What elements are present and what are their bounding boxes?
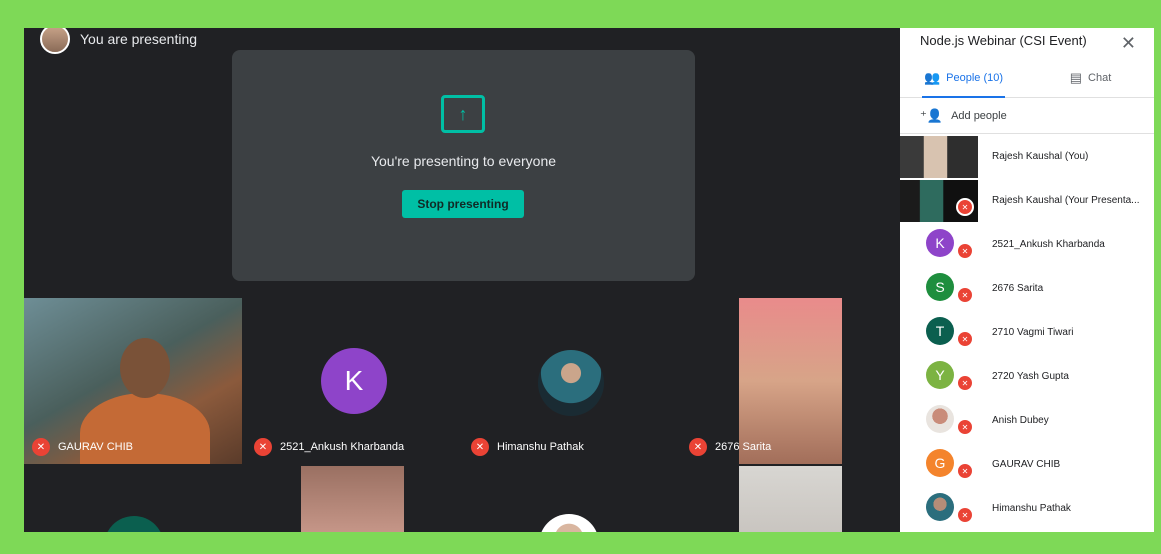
person-avatar: S: [926, 273, 954, 301]
person-name: Rajesh Kaushal (You): [992, 150, 1089, 162]
panel-tabs: 👥 People (10) ▤ Chat: [900, 58, 1154, 98]
list-item[interactable]: ✕ Anish Dubey: [900, 398, 1154, 442]
mic-off-icon: ✕: [956, 506, 974, 524]
person-thumbnail: K ✕: [900, 222, 980, 266]
mic-off-icon: ✕: [956, 286, 974, 304]
add-people-button[interactable]: ⁺👤 Add people: [900, 98, 1154, 134]
people-list: Rajesh Kaushal (You) ✕ Rajesh Kaushal (Y…: [900, 134, 1154, 530]
present-screen-icon: ↑: [441, 95, 485, 133]
panel-title: Node.js Webinar (CSI Event): [920, 32, 1087, 48]
person-name: 2720 Yash Gupta: [992, 370, 1069, 382]
tab-chat[interactable]: ▤ Chat: [1027, 58, 1154, 97]
participant-tile[interactable]: ✕ GAURAV CHIB: [24, 298, 242, 464]
tile-name: 2521_Ankush Kharbanda: [280, 441, 405, 453]
mic-off-icon: ✕: [956, 374, 974, 392]
list-item[interactable]: ✕ Himanshu Pathak: [900, 486, 1154, 530]
tab-people-label: People (10): [946, 71, 1004, 84]
presenting-label: You are presenting: [80, 31, 198, 47]
person-thumbnail: ✕: [900, 178, 980, 222]
mic-off-icon: ✕: [32, 438, 50, 456]
list-item[interactable]: Y ✕ 2720 Yash Gupta: [900, 354, 1154, 398]
person-thumbnail: T ✕: [900, 310, 980, 354]
list-item[interactable]: S ✕ 2676 Sarita: [900, 266, 1154, 310]
mic-off-icon: ✕: [956, 330, 974, 348]
mic-off-icon: ✕: [956, 242, 974, 260]
person-name: 2676 Sarita: [992, 282, 1044, 294]
mic-off-icon: ✕: [956, 462, 974, 480]
participant-avatar: [104, 516, 164, 532]
mic-off-icon: ✕: [254, 438, 272, 456]
participant-tile-partial[interactable]: [539, 466, 599, 532]
tile-name: 2676 Sarita: [715, 441, 772, 453]
person-thumbnail: [900, 134, 980, 178]
tab-chat-label: Chat: [1088, 71, 1112, 84]
tile-name-tag: ✕ Himanshu Pathak: [471, 438, 584, 456]
close-icon[interactable]: ✕: [1121, 33, 1136, 54]
participant-avatar: K: [321, 348, 387, 414]
person-avatar: K: [926, 229, 954, 257]
tile-name-tag: ✕ 2521_Ankush Kharbanda: [254, 438, 404, 456]
tab-people[interactable]: 👥 People (10): [900, 58, 1027, 98]
person-name: Himanshu Pathak: [992, 502, 1071, 514]
person-avatar: G: [926, 449, 954, 477]
chat-icon: ▤: [1069, 69, 1083, 85]
person-avatar: [926, 405, 954, 433]
side-panel: Node.js Webinar (CSI Event) ✕ 👥 People (…: [900, 28, 1154, 532]
meeting-stage: You are presenting ↑ You're presenting t…: [24, 28, 900, 532]
meet-window: You are presenting ↑ You're presenting t…: [24, 28, 1154, 532]
person-thumbnail: S ✕: [900, 266, 980, 310]
participant-tile[interactable]: K ✕ 2521_Ankush Kharbanda: [246, 298, 459, 464]
tile-name: Himanshu Pathak: [497, 441, 584, 453]
participant-avatar: [538, 350, 604, 416]
self-avatar: [40, 28, 70, 54]
panel-header: Node.js Webinar (CSI Event) ✕: [900, 28, 1154, 58]
list-item[interactable]: K ✕ 2521_Ankush Kharbanda: [900, 222, 1154, 266]
person-name: Anish Dubey: [992, 414, 1049, 426]
add-person-icon: ⁺👤: [920, 107, 944, 123]
participant-avatar: [539, 514, 599, 532]
tile-name-tag: ✕ 2676 Sarita: [689, 438, 771, 456]
tile-name: GAURAV CHIB: [58, 441, 133, 453]
participant-tile-partial[interactable]: [739, 466, 842, 532]
person-video: [900, 136, 978, 178]
person-name: GAURAV CHIB: [992, 458, 1061, 470]
present-message: You're presenting to everyone: [370, 153, 557, 169]
person-avatar: T: [926, 317, 954, 345]
add-people-label: Add people: [951, 109, 1007, 122]
list-item[interactable]: G ✕ GAURAV CHIB: [900, 442, 1154, 486]
person-thumbnail: Y ✕: [900, 354, 980, 398]
participant-tile-partial[interactable]: [301, 466, 404, 532]
mic-off-icon: ✕: [956, 418, 974, 436]
person-name: Rajesh Kaushal (Your Presenta...: [992, 194, 1140, 206]
person-name: 2521_Ankush Kharbanda: [992, 238, 1105, 250]
participant-tile-partial[interactable]: [104, 466, 164, 532]
person-avatar: Y: [926, 361, 954, 389]
person-avatar: [926, 493, 954, 521]
participant-tile[interactable]: ✕ 2676 Sarita: [681, 298, 900, 464]
person-name: 2710 Vagmi Tiwari: [992, 326, 1074, 338]
tile-name-tag: ✕ GAURAV CHIB: [32, 438, 133, 456]
presenting-indicator: You are presenting: [40, 28, 197, 54]
list-item[interactable]: Rajesh Kaushal (You): [900, 134, 1154, 178]
participant-video-head: [120, 338, 170, 398]
list-item[interactable]: T ✕ 2710 Vagmi Tiwari: [900, 310, 1154, 354]
mic-off-icon: ✕: [471, 438, 489, 456]
participant-tile[interactable]: ✕ Himanshu Pathak: [463, 298, 677, 464]
person-thumbnail: ✕: [900, 398, 980, 442]
person-thumbnail: ✕: [900, 486, 980, 530]
mic-off-icon: ✕: [956, 198, 974, 216]
list-item[interactable]: ✕ Rajesh Kaushal (Your Presenta...: [900, 178, 1154, 222]
presentation-card: ↑ You're presenting to everyone Stop pre…: [232, 50, 695, 281]
people-icon: 👥: [923, 69, 941, 85]
stop-presenting-button[interactable]: Stop presenting: [402, 190, 524, 218]
mic-off-icon: ✕: [689, 438, 707, 456]
person-thumbnail: G ✕: [900, 442, 980, 486]
